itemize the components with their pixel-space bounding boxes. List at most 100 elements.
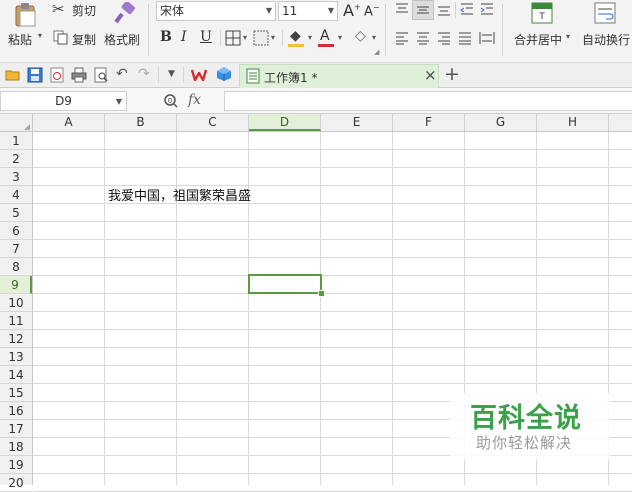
row-header-11[interactable]: 11 bbox=[0, 312, 32, 330]
decrease-indent-icon[interactable] bbox=[460, 2, 474, 16]
paste-button[interactable]: 粘贴 ▾ bbox=[4, 0, 46, 50]
font-dialog-launcher-icon[interactable]: ◢ bbox=[374, 48, 379, 56]
grid-line-horizontal bbox=[33, 149, 632, 150]
formula-input[interactable] bbox=[224, 91, 632, 111]
row-header-15[interactable]: 15 bbox=[0, 384, 32, 402]
grid-line-horizontal bbox=[33, 167, 632, 168]
cell-style-icon[interactable] bbox=[253, 30, 269, 46]
print-icon[interactable] bbox=[71, 67, 87, 83]
clipboard-icon bbox=[15, 3, 36, 27]
chevron-down-icon[interactable]: ▾ bbox=[271, 33, 275, 42]
row-header-7[interactable]: 7 bbox=[0, 240, 32, 258]
align-center-icon[interactable] bbox=[416, 31, 430, 45]
font-color-button[interactable]: A bbox=[320, 28, 330, 44]
row-header-16[interactable]: 16 bbox=[0, 402, 32, 420]
row-header-18[interactable]: 18 bbox=[0, 438, 32, 456]
font-name-select[interactable]: 宋体 ▼ bbox=[156, 1, 276, 21]
redo-icon[interactable]: ↷ bbox=[138, 66, 150, 82]
open-folder-icon[interactable] bbox=[5, 67, 21, 83]
row-header-12[interactable]: 12 bbox=[0, 330, 32, 348]
borders-icon[interactable] bbox=[225, 30, 241, 46]
row-header-1[interactable]: 1 bbox=[0, 132, 32, 150]
close-icon[interactable]: × bbox=[424, 66, 437, 84]
grid-line-horizontal bbox=[33, 347, 632, 348]
divider bbox=[158, 67, 159, 83]
grid-line-horizontal bbox=[33, 365, 632, 366]
tab-label: 工作簿1 * bbox=[264, 71, 318, 85]
merge-center-button[interactable]: T 合并居中 ▾ bbox=[508, 0, 574, 50]
row-header-2[interactable]: 2 bbox=[0, 150, 32, 168]
row-header-3[interactable]: 3 bbox=[0, 168, 32, 186]
align-top-icon[interactable] bbox=[395, 2, 409, 16]
merge-cells-icon: T bbox=[531, 2, 553, 24]
cut-button[interactable]: ✂ 剪切 bbox=[52, 0, 100, 19]
clear-format-icon[interactable]: ◇ bbox=[355, 28, 366, 44]
column-header-e[interactable]: E bbox=[321, 114, 393, 131]
cube-icon[interactable] bbox=[216, 66, 232, 82]
print-preview-icon[interactable] bbox=[93, 67, 109, 83]
cut-label: 剪切 bbox=[72, 4, 97, 18]
column-header-c[interactable]: C bbox=[177, 114, 249, 131]
italic-button[interactable]: I bbox=[181, 29, 187, 45]
increase-font-icon[interactable]: A+ bbox=[343, 1, 361, 20]
chevron-down-icon[interactable]: ▼ bbox=[116, 93, 122, 111]
zoom-search-icon[interactable]: Q bbox=[163, 93, 179, 109]
name-box[interactable]: D9 ▼ bbox=[0, 91, 127, 111]
column-header-d[interactable]: D bbox=[249, 114, 321, 131]
wrap-text-button[interactable]: 自动换行 bbox=[578, 0, 632, 50]
chevron-down-icon: ▼ bbox=[327, 6, 334, 15]
decrease-font-icon[interactable]: A− bbox=[364, 3, 380, 19]
column-header-b[interactable]: B bbox=[105, 114, 177, 131]
justify-icon[interactable] bbox=[458, 31, 472, 45]
row-header-8[interactable]: 8 bbox=[0, 258, 32, 276]
row-header-20[interactable]: 20 bbox=[0, 474, 32, 492]
row-header-10[interactable]: 10 bbox=[0, 294, 32, 312]
export-pdf-icon[interactable] bbox=[49, 67, 65, 83]
save-icon[interactable] bbox=[27, 67, 43, 83]
format-painter-button[interactable]: 格式刷 bbox=[102, 0, 146, 50]
tab-workbook[interactable]: 工作簿1 * × bbox=[239, 64, 439, 88]
column-header-h[interactable]: H bbox=[537, 114, 609, 131]
underline-button[interactable]: U bbox=[200, 29, 212, 45]
divider bbox=[148, 4, 149, 56]
chevron-down-icon[interactable]: ▼ bbox=[168, 69, 175, 79]
row-header-9[interactable]: 9 bbox=[0, 276, 32, 294]
wps-logo-icon[interactable] bbox=[191, 67, 207, 83]
row-header-5[interactable]: 5 bbox=[0, 204, 32, 222]
row-header-4[interactable]: 4 bbox=[0, 186, 32, 204]
corner-triangle-icon: ◢ bbox=[23, 122, 30, 131]
select-all-button[interactable]: ◢ bbox=[0, 114, 33, 132]
fill-bucket-icon[interactable]: ◆ bbox=[290, 28, 301, 44]
column-header-g[interactable]: G bbox=[465, 114, 537, 131]
distributed-align-icon[interactable] bbox=[479, 31, 495, 45]
align-bottom-icon[interactable] bbox=[437, 2, 451, 16]
copy-button[interactable]: 复制 bbox=[52, 29, 100, 47]
cell-b4[interactable]: 我爱中国，祖国繁荣昌盛 bbox=[108, 185, 251, 204]
fill-handle[interactable] bbox=[318, 290, 325, 297]
row-header-17[interactable]: 17 bbox=[0, 420, 32, 438]
row-header-14[interactable]: 14 bbox=[0, 366, 32, 384]
chevron-down-icon[interactable]: ▾ bbox=[338, 33, 342, 42]
chevron-down-icon[interactable]: ▾ bbox=[38, 31, 42, 40]
divider bbox=[183, 67, 184, 83]
active-cell-d9[interactable] bbox=[248, 274, 322, 294]
column-header-f[interactable]: F bbox=[393, 114, 465, 131]
chevron-down-icon[interactable]: ▾ bbox=[372, 33, 376, 42]
chevron-down-icon[interactable]: ▾ bbox=[308, 33, 312, 42]
font-size-select[interactable]: 11 ▼ bbox=[278, 1, 338, 21]
column-header-a[interactable]: A bbox=[33, 114, 105, 131]
align-middle-button[interactable] bbox=[412, 0, 434, 20]
row-header-13[interactable]: 13 bbox=[0, 348, 32, 366]
align-middle-icon bbox=[417, 6, 429, 14]
chevron-down-icon[interactable]: ▾ bbox=[243, 33, 247, 42]
row-header-19[interactable]: 19 bbox=[0, 456, 32, 474]
font-name-value: 宋体 bbox=[160, 4, 185, 18]
function-button[interactable]: fx bbox=[188, 92, 201, 108]
row-header-6[interactable]: 6 bbox=[0, 222, 32, 240]
undo-icon[interactable]: ↶ bbox=[116, 66, 128, 82]
bold-button[interactable]: B bbox=[160, 29, 172, 45]
new-tab-icon[interactable]: + bbox=[444, 63, 460, 85]
align-left-icon[interactable] bbox=[395, 31, 409, 45]
increase-indent-icon[interactable] bbox=[480, 2, 494, 16]
align-right-icon[interactable] bbox=[437, 31, 451, 45]
